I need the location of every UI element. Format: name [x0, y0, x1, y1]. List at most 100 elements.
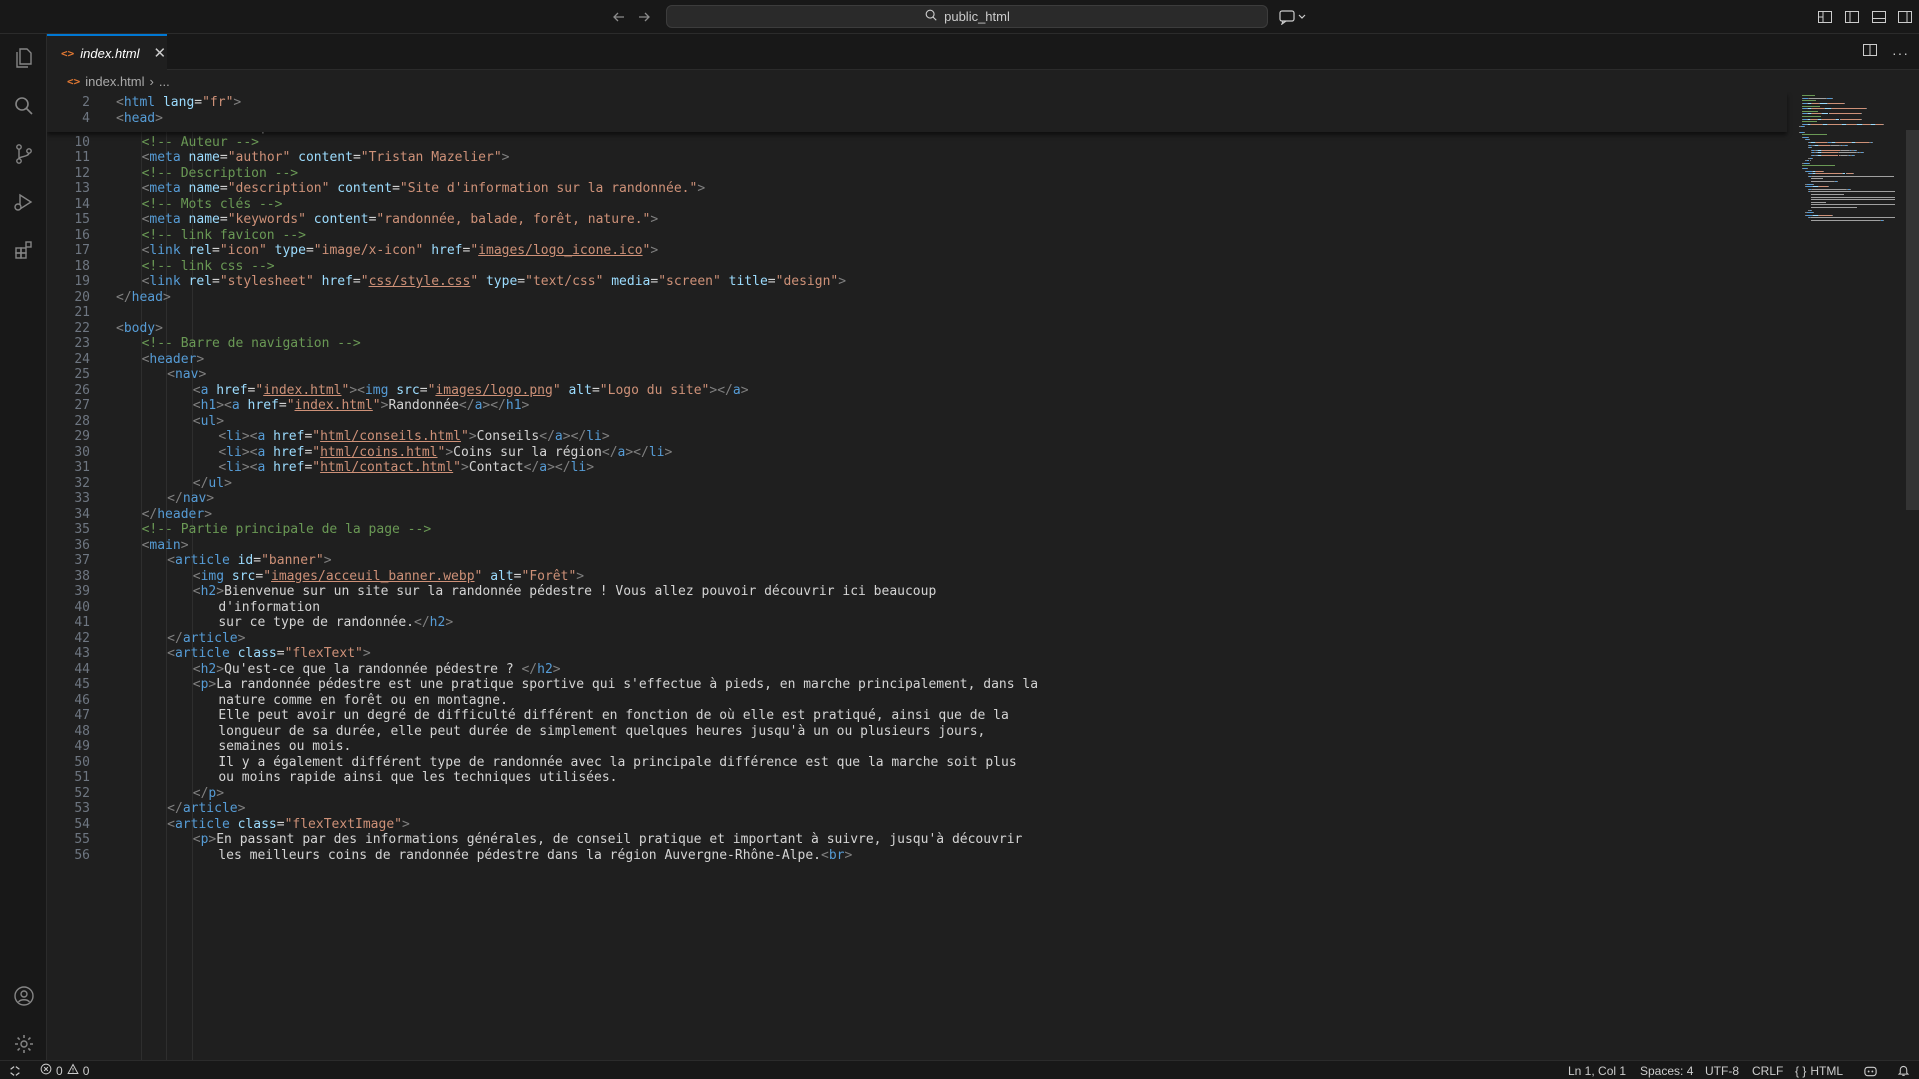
toggle-panel-icon[interactable] — [1870, 8, 1888, 26]
minimap-stripe — [1802, 121, 1818, 123]
command-center-search[interactable]: public_html — [666, 5, 1268, 28]
editor-scrollbar[interactable] — [1906, 130, 1919, 510]
minimap-stripe — [1862, 123, 1870, 125]
tab-index-html[interactable]: <> index.html ✕ — [47, 34, 167, 70]
code-token: " — [470, 274, 479, 289]
minimap-stripe — [1836, 142, 1851, 143]
code-token: = — [767, 274, 776, 289]
minimap-stripe — [1811, 181, 1834, 182]
minimap-stripe — [1827, 186, 1829, 188]
braces-icon: { } — [1795, 1063, 1807, 1078]
source-control-icon[interactable] — [0, 130, 47, 178]
back-arrow-icon[interactable] — [609, 7, 629, 27]
breadcrumb-symbol[interactable]: ... — [159, 74, 170, 89]
code-token: = — [194, 95, 203, 110]
status-bar: 0 0 Ln 1, Col 1 Spaces: 4 UTF-8 CRLF { }… — [0, 1060, 1919, 1079]
code-token: sur ce type de randonnée. — [218, 615, 414, 630]
extensions-icon[interactable] — [0, 226, 47, 274]
code-token: < — [192, 413, 201, 429]
minimap-stripe — [1876, 123, 1884, 125]
minimap-stripe — [1856, 142, 1869, 143]
problems-indicator[interactable]: 0 0 — [40, 1062, 89, 1079]
notifications-bell-icon[interactable] — [1897, 1062, 1910, 1079]
code-token: lang — [162, 95, 195, 110]
language-mode[interactable]: { } HTML — [1795, 1062, 1843, 1079]
minimap-stripe — [1883, 220, 1885, 221]
customize-layout-icon[interactable] — [1816, 8, 1834, 26]
code-token: ></ — [625, 444, 649, 460]
minimap-stripe — [1802, 165, 1836, 167]
toggle-secondary-sidebar-icon[interactable] — [1896, 8, 1914, 26]
code-text: <li><a href="html/contact.html">Contact<… — [218, 458, 594, 477]
minimap-stripe — [1811, 175, 1894, 177]
code-token: "text/css" — [525, 274, 604, 289]
minimap-stripe — [1843, 103, 1845, 104]
code-token: content — [337, 181, 393, 196]
code-token: < — [116, 110, 124, 126]
code-token: "stylesheet" — [219, 274, 314, 289]
code-token: > — [155, 110, 163, 126]
code-editor[interactable]: 2<html lang="fr">4<head> 8<!-- Titre -->… — [47, 92, 1919, 1060]
code-token: "randonnée, balade, forêt, nature." — [376, 212, 651, 227]
line-ending-setting[interactable]: CRLF — [1752, 1062, 1783, 1079]
code-token: > — [697, 181, 706, 196]
code-token: > — [740, 382, 749, 398]
search-icon[interactable] — [0, 82, 47, 130]
code-token: h1 — [505, 398, 522, 413]
code-token: ></ — [709, 382, 733, 398]
editor-tabs: <> index.html ✕ ··· — [47, 34, 1919, 70]
minimap-stripe — [1831, 144, 1840, 146]
warning-count: 0 — [82, 1063, 90, 1078]
minimap-stripe — [1809, 160, 1811, 162]
minimap-stripe — [1804, 126, 1806, 128]
forward-arrow-icon[interactable] — [634, 7, 654, 27]
run-debug-icon[interactable] — [0, 178, 47, 226]
minimap-stripe — [1861, 118, 1863, 120]
code-text: ou moins rapide ainsi que les techniques… — [218, 768, 617, 787]
minimap-stripe — [1823, 170, 1825, 172]
copilot-status-icon[interactable] — [1863, 1062, 1878, 1079]
encoding-setting[interactable]: UTF-8 — [1705, 1062, 1739, 1079]
minimap[interactable] — [1795, 90, 1905, 260]
code-token: href — [273, 460, 305, 475]
minimap-stripe — [1808, 139, 1810, 141]
minimap-stripe — [1813, 183, 1815, 185]
indentation-setting[interactable]: Spaces: 4 — [1640, 1062, 1693, 1079]
more-actions-icon[interactable]: ··· — [1892, 45, 1909, 61]
minimap-stripe — [1811, 204, 1895, 206]
accounts-icon[interactable] — [0, 972, 47, 1020]
code-token: a — [231, 398, 240, 413]
minimap-stripe — [1829, 113, 1861, 115]
code-token: css/style.css — [368, 274, 471, 289]
minimap-stripe — [1811, 199, 1895, 201]
minimap-stripe — [1811, 194, 1845, 195]
code-token: > — [664, 444, 673, 460]
code-token: "image/x-icon" — [313, 243, 424, 258]
minimap-stripe — [1802, 105, 1820, 107]
copilot-chat-icon[interactable] — [1278, 8, 1308, 26]
minimap-stripe — [1818, 214, 1833, 216]
minimap-stripe — [1822, 118, 1835, 120]
close-icon[interactable]: ✕ — [154, 46, 167, 61]
sticky-scroll-header[interactable]: 2 <html lang="fr"> 4 <head> — [47, 92, 1787, 132]
breadcrumb-file[interactable]: index.html — [85, 74, 144, 89]
remote-indicator-icon[interactable] — [8, 1062, 22, 1079]
tab-label: index.html — [80, 45, 140, 61]
minimap-stripe — [1846, 144, 1848, 146]
explorer-icon[interactable] — [0, 34, 47, 82]
split-editor-icon[interactable] — [1862, 42, 1878, 63]
code-token: images/logo_icone.ico — [478, 243, 643, 258]
minimap-stripe — [1820, 144, 1830, 146]
code-token: "fr" — [202, 95, 234, 110]
code-token: < — [116, 320, 124, 336]
code-token: </ — [523, 460, 540, 475]
minimap-stripe — [1847, 123, 1856, 125]
toggle-primary-sidebar-icon[interactable] — [1843, 8, 1861, 26]
cursor-position[interactable]: Ln 1, Col 1 — [1568, 1062, 1626, 1079]
minimap-stripe — [1866, 108, 1868, 110]
minimap-stripe — [1811, 220, 1881, 221]
code-token: type — [485, 274, 518, 289]
code-token: < — [167, 553, 175, 568]
